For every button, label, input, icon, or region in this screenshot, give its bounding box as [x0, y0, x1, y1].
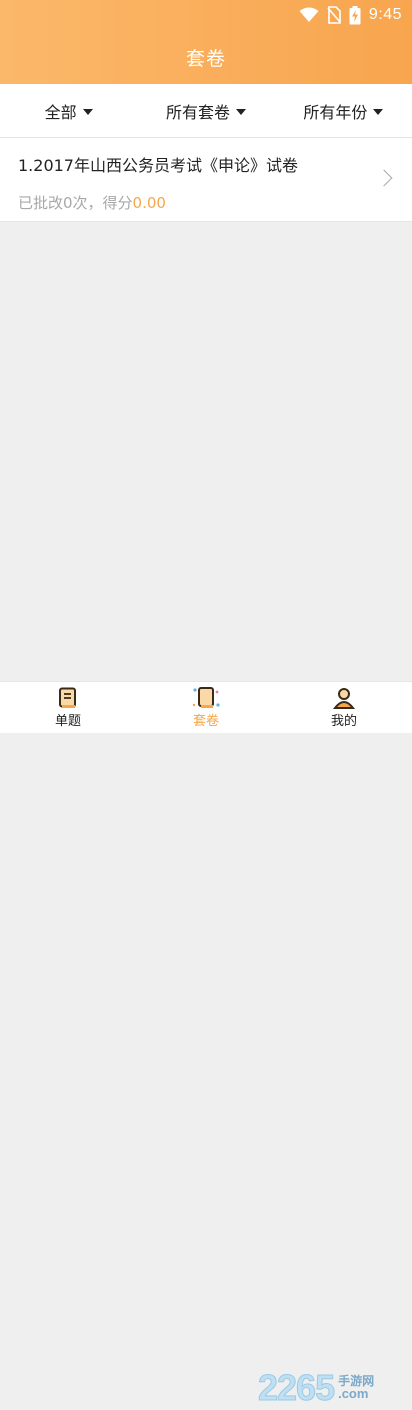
app-header: 9:45 套卷: [0, 0, 412, 84]
status-bar: 9:45: [0, 0, 412, 30]
status-time: 9:45: [368, 6, 402, 23]
caret-down-icon: [373, 108, 384, 115]
tab-single-question[interactable]: 单题: [28, 682, 108, 733]
page-title: 套卷: [185, 48, 226, 70]
no-sim-icon: [327, 6, 341, 24]
paper-meta: 已批改0次，得分0.00: [18, 192, 166, 213]
paper-review-count: 已批改0次，得分: [18, 194, 133, 212]
paper-score: 0.00: [132, 194, 166, 212]
tab-label-single-question: 单题: [54, 714, 81, 729]
tab-mine[interactable]: 我的: [304, 682, 384, 733]
filter-year-dropdown[interactable]: 所有年份: [275, 99, 412, 123]
tab-label-mine: 我的: [330, 714, 357, 729]
paper-set-icon: [191, 687, 221, 709]
filter-category-label: 全部: [44, 102, 77, 122]
tab-paper-set[interactable]: 套卷: [166, 682, 246, 733]
filter-paper-set-label: 所有套卷: [165, 102, 230, 122]
filter-category-dropdown[interactable]: 全部: [0, 99, 137, 123]
filter-paper-set-dropdown[interactable]: 所有套卷: [137, 99, 274, 123]
wifi-icon: [299, 7, 319, 23]
chevron-right-icon: [375, 169, 393, 187]
watermark-number: 2265: [257, 1367, 335, 1409]
tab-label-paper-set: 套卷: [192, 714, 219, 729]
filter-bar: 全部 所有套卷 所有年份: [0, 84, 412, 138]
book-icon: [58, 687, 78, 709]
paper-list-item[interactable]: 1.2017年山西公务员考试《申论》试卷 已批改0次，得分0.00: [0, 138, 412, 222]
caret-down-icon: [82, 108, 93, 115]
battery-charging-icon: [349, 5, 361, 25]
bottom-tab-bar: 单题 套卷 我的 2265 手游网 .com: [0, 681, 412, 1409]
caret-down-icon: [236, 108, 246, 115]
user-icon: [333, 687, 355, 709]
paper-title: 1.2017年山西公务员考试《申论》试卷: [18, 156, 298, 175]
watermark-domain: .com: [338, 1386, 369, 1402]
watermark-text: 手游网: [338, 1373, 375, 1388]
watermark-logo: 2265 手游网 .com: [257, 1366, 408, 1410]
filter-year-label: 所有年份: [303, 102, 368, 122]
